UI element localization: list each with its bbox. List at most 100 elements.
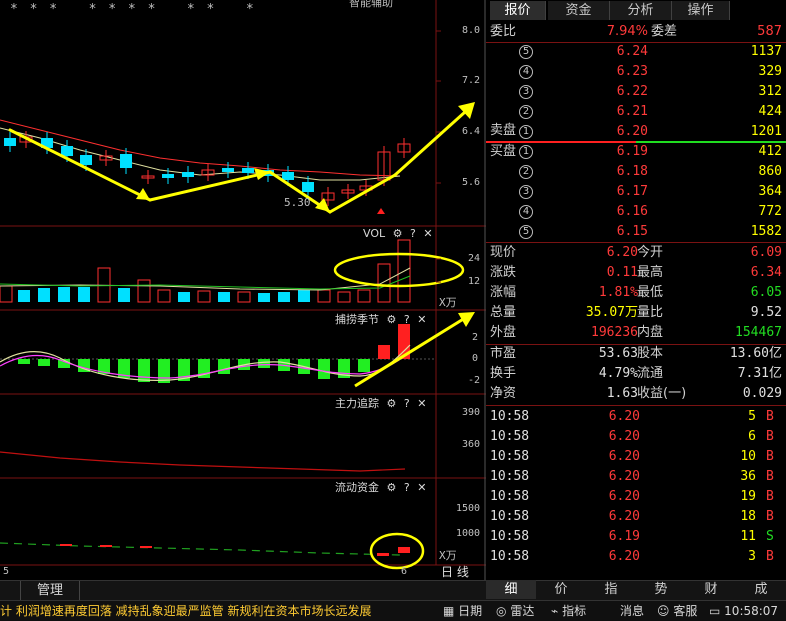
gear-icon[interactable]: ⚙ [387, 397, 397, 410]
buy-price: 6.18 [616, 164, 648, 179]
date-button[interactable]: ▦ 日期 [443, 601, 482, 621]
buy-row[interactable]: 1 6.19 412 [486, 142, 786, 162]
candle-body [182, 172, 194, 177]
level-badge: 3 [519, 85, 533, 99]
ind2-title: 主力追踪 ⚙ ? ✕ [335, 395, 426, 411]
volume-bar [197, 290, 211, 303]
gear-icon[interactable]: ⚙ [387, 481, 397, 494]
close-icon[interactable]: ✕ [417, 481, 426, 494]
gear-icon[interactable]: ⚙ [387, 313, 397, 326]
stat-label: 内盘 [637, 325, 664, 340]
fund-value: 1.63 [606, 386, 638, 401]
sell-price: 6.24 [616, 44, 648, 59]
tab-funds[interactable]: 资金 [548, 1, 610, 20]
volume-bar [317, 289, 331, 303]
stat-row: 现价 6.20 今开 6.09 [486, 243, 786, 263]
low-price-label: 5.30 [284, 196, 311, 209]
detail-tab[interactable]: 势 [636, 580, 686, 599]
radar-button[interactable]: ◎ 雷达 [496, 601, 534, 621]
service-button[interactable]: ☺ 客服 [657, 601, 697, 621]
trade-time: 10:58 [490, 509, 530, 524]
buy-price: 6.15 [616, 224, 648, 239]
help-icon[interactable]: ? [404, 397, 410, 410]
message-button[interactable]: 消息 [620, 601, 644, 621]
volume-bar [137, 279, 151, 303]
detail-tab[interactable]: 细 [486, 580, 536, 599]
stat-label: 涨跌 [490, 265, 517, 280]
buy-row[interactable]: 4 6.16 772 [486, 202, 786, 222]
sell-price: 6.20 [616, 124, 648, 139]
trade-side: S [766, 529, 774, 544]
buy-row[interactable]: 5 6.15 1582 [486, 222, 786, 242]
radar-icon: ◎ [496, 604, 507, 618]
level-badge: 1 [519, 125, 533, 139]
stock-terminal: * * * * * * * * * * 智能辅助 8.0 7.2 6.4 5.6… [0, 0, 786, 621]
indicator-bar [258, 359, 270, 368]
buy-row[interactable]: 2 6.18 860 [486, 162, 786, 182]
candle-body [80, 155, 92, 165]
sell-row[interactable]: 2 6.21 424 [486, 102, 786, 122]
detail-tab[interactable]: 指 [586, 580, 636, 599]
trade-volume: 11 [740, 529, 756, 544]
tab-quote[interactable]: 报价 [490, 1, 546, 20]
date-button-label: 日期 [458, 604, 483, 618]
help-icon[interactable]: ? [410, 227, 416, 240]
fund-row: 换手 4.79% 流通 7.31亿 [486, 364, 786, 384]
ind3-axis-1000: 1000 [456, 528, 481, 539]
manage-tab[interactable]: 管理 [20, 581, 80, 600]
sell-volume: 424 [758, 104, 782, 119]
detail-tab[interactable]: 财 [686, 580, 736, 599]
help-icon[interactable]: ? [404, 481, 410, 494]
ind1-title: 捕捞季节 ⚙ ? ✕ [335, 311, 426, 327]
indicator-bar [18, 359, 30, 364]
period-daily[interactable]: 日 线 [441, 565, 469, 580]
indicator-bar [318, 359, 330, 379]
level-badge: 2 [519, 165, 533, 179]
sell-row[interactable]: 1 6.20 1201 [486, 122, 786, 142]
tab-analysis[interactable]: 分析 [610, 1, 672, 20]
trade-volume: 10 [740, 449, 756, 464]
volume-bar [357, 289, 371, 303]
help-icon[interactable]: ? [404, 313, 410, 326]
news-ticker[interactable]: 计 利润增速再度回落 减持乱象迎最严监管 新规利在资本市场长远发展 [0, 601, 371, 621]
close-icon[interactable]: ✕ [417, 313, 426, 326]
trade-time: 10:58 [490, 449, 530, 464]
close-icon[interactable]: ✕ [417, 397, 426, 410]
sell-row[interactable]: 4 6.23 329 [486, 62, 786, 82]
assist-label[interactable]: 智能辅助 [349, 0, 393, 10]
level-badge: 1 [519, 145, 533, 159]
vol-title-text: VOL [363, 227, 386, 240]
detail-tab[interactable]: 价 [536, 580, 586, 599]
stat-label: 涨幅 [490, 285, 517, 300]
detail-tab[interactable]: 成 [736, 580, 786, 599]
kline-chart-area[interactable]: * * * * * * * * * * 智能辅助 8.0 7.2 6.4 5.6… [0, 0, 486, 580]
level-badge: 4 [519, 65, 533, 79]
ind3-axis-1500: 1500 [456, 503, 481, 514]
buy-row[interactable]: 3 6.17 364 [486, 182, 786, 202]
sell-row[interactable]: 3 6.22 312 [486, 82, 786, 102]
clock: ▭ 10:58:07 [709, 601, 778, 621]
index-button-label: 指标 [562, 604, 587, 618]
price-axis-8: 8.0 [462, 25, 481, 36]
sell-price: 6.22 [616, 84, 648, 99]
stat-value: 35.07万 [585, 305, 638, 320]
sell-row[interactable]: 5 6.24 1137 [486, 42, 786, 62]
stat-label: 今开 [637, 245, 664, 260]
fund-row: 市盈 53.63 股本 13.60亿 [486, 344, 786, 364]
trade-price: 6.20 [608, 509, 640, 524]
ind2-title-text: 主力追踪 [335, 397, 379, 410]
tab-operation[interactable]: 操作 [672, 1, 730, 20]
vol-title: VOL ⚙ ? ✕ [363, 227, 433, 240]
chart-bottom-bar: 管理 [0, 580, 486, 600]
trade-price: 6.20 [608, 449, 640, 464]
sell-volume: 329 [758, 64, 782, 79]
weicha-value: 587 [757, 24, 782, 39]
index-button[interactable]: ⌁ 指标 [551, 601, 586, 621]
stat-row: 涨幅 1.81% 最低 6.05 [486, 283, 786, 303]
status-bar: 计 利润增速再度回落 减持乱象迎最严监管 新规利在资本市场长远发展 ▦ 日期 ◎… [0, 600, 786, 621]
gear-icon[interactable]: ⚙ [393, 227, 403, 240]
volume-bar [0, 285, 13, 303]
close-icon[interactable]: ✕ [423, 227, 432, 240]
ind3-title: 流动资金 ⚙ ? ✕ [335, 479, 426, 495]
volume-bar [258, 293, 270, 302]
